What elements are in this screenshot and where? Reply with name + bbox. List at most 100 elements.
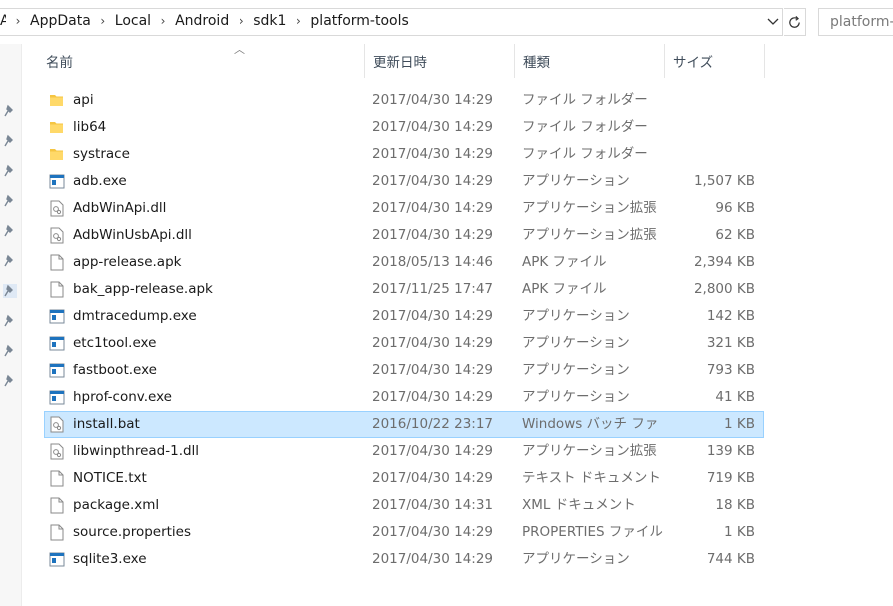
file-row[interactable]: systrace 2017/04/30 14:29 ファイル フォルダー (44, 141, 764, 168)
column-header-date[interactable]: 更新日時 (365, 44, 515, 78)
search-input[interactable] (830, 9, 893, 35)
pin-icon[interactable] (3, 374, 17, 388)
pin-icon[interactable] (3, 224, 17, 238)
file-size: 142 KB (706, 308, 755, 324)
file-name: AdbWinApi.dll (73, 200, 167, 216)
file-row[interactable]: fastboot.exe 2017/04/30 14:29 アプリケーション 793 … (44, 357, 764, 384)
file-type: ファイル フォルダー (522, 92, 648, 108)
file-type: アプリケーション (522, 551, 630, 567)
file-modified-date: 2017/04/30 14:29 (372, 173, 494, 189)
file-size: 1,507 KB (693, 173, 755, 189)
column-header-size-label: サイズ (673, 55, 714, 71)
exe-icon (49, 551, 65, 568)
column-header-type-label: 種類 (523, 55, 550, 71)
file-row[interactable]: NOTICE.txt 2017/04/30 14:29 テキスト ドキュメント 719… (44, 465, 764, 492)
file-modified-date: 2018/05/13 14:46 (372, 254, 494, 270)
pin-icon[interactable] (3, 134, 17, 148)
file-type: APK ファイル (522, 281, 607, 297)
file-modified-date: 2017/04/30 14:29 (372, 470, 494, 486)
file-icon (49, 497, 65, 514)
file-row[interactable]: package.xml 2017/04/30 14:31 XML ドキュメント 18 … (44, 492, 764, 519)
file-type: アプリケーション拡張 (522, 227, 657, 243)
chevron-right-icon[interactable]: › (151, 14, 175, 28)
refresh-button[interactable] (784, 8, 806, 36)
file-icon (49, 524, 65, 541)
file-row[interactable]: dmtracedump.exe 2017/04/30 14:29 アプリケーション 1… (44, 303, 764, 330)
file-size: 41 KB (715, 389, 755, 405)
file-row[interactable]: source.properties 2017/04/30 14:29 PROPERT… (44, 519, 764, 546)
file-name: api (73, 92, 94, 108)
file-size: 719 KB (706, 470, 755, 486)
file-row[interactable]: install.bat 2016/10/22 23:17 Windows バッチ フ… (44, 411, 764, 438)
chevron-right-icon[interactable]: › (91, 14, 115, 28)
pin-icon[interactable] (3, 254, 17, 268)
file-icon (49, 470, 65, 487)
file-name: systrace (73, 146, 130, 162)
file-name: adb.exe (73, 173, 127, 189)
file-row[interactable]: hprof-conv.exe 2017/04/30 14:29 アプリケーション 41… (44, 384, 764, 411)
dll-icon (49, 227, 65, 244)
file-name: hprof-conv.exe (73, 389, 172, 405)
file-icon (49, 281, 65, 298)
file-size: 139 KB (706, 443, 755, 459)
file-row[interactable]: api 2017/04/30 14:29 ファイル フォルダー (44, 87, 764, 114)
chevron-right-icon[interactable]: › (286, 14, 310, 28)
folder-icon (49, 92, 65, 109)
navigation-pane (0, 44, 22, 606)
pin-icon[interactable] (3, 344, 17, 358)
file-name: install.bat (73, 416, 140, 432)
address-bar[interactable]: A › AppData › Local › Android › sdk1 › p… (0, 8, 783, 36)
column-header-date-label: 更新日時 (373, 55, 427, 71)
file-type: アプリケーション拡張 (522, 443, 657, 459)
file-row[interactable]: AdbWinUsbApi.dll 2017/04/30 14:29 アプリケーション… (44, 222, 764, 249)
file-name: bak_app-release.apk (73, 281, 213, 297)
column-header-size[interactable]: サイズ (665, 44, 765, 78)
file-row[interactable]: AdbWinApi.dll 2017/04/30 14:29 アプリケーション拡張 9… (44, 195, 764, 222)
file-row[interactable]: bak_app-release.apk 2017/11/25 17:47 APK フ… (44, 276, 764, 303)
file-size (667, 88, 755, 113)
file-modified-date: 2017/04/30 14:29 (372, 389, 494, 405)
breadcrumb-item-appdata[interactable]: AppData (30, 13, 91, 29)
file-row[interactable]: libwinpthread-1.dll 2017/04/30 14:29 アプリケー… (44, 438, 764, 465)
breadcrumb-item-platform-tools[interactable]: platform-tools (310, 13, 408, 29)
file-row[interactable]: app-release.apk 2018/05/13 14:46 APK ファイル 2… (44, 249, 764, 276)
file-size: 62 KB (715, 227, 755, 243)
search-box[interactable] (818, 8, 893, 36)
folder-icon (49, 146, 65, 163)
file-modified-date: 2017/04/30 14:29 (372, 335, 494, 351)
file-modified-date: 2017/04/30 14:31 (372, 497, 494, 513)
file-size: 744 KB (706, 551, 755, 567)
file-size: 96 KB (715, 200, 755, 216)
pin-icon[interactable] (3, 284, 17, 298)
file-row[interactable]: sqlite3.exe 2017/04/30 14:29 アプリケーション 744 K… (44, 546, 764, 573)
pin-icon[interactable] (3, 194, 17, 208)
pin-icon[interactable] (3, 164, 17, 178)
file-name: libwinpthread-1.dll (73, 443, 200, 459)
file-row[interactable]: adb.exe 2017/04/30 14:29 アプリケーション 1,507 KB (44, 168, 764, 195)
exe-icon (49, 308, 65, 325)
breadcrumb-item-local[interactable]: Local (115, 13, 151, 29)
column-header-type[interactable]: 種類 (515, 44, 665, 78)
pin-icon[interactable] (3, 104, 17, 118)
file-modified-date: 2017/04/30 14:29 (372, 308, 494, 324)
breadcrumb-item-android[interactable]: Android (175, 13, 229, 29)
breadcrumb-item-sdk1[interactable]: sdk1 (253, 13, 286, 29)
file-type: アプリケーション (522, 173, 630, 189)
pin-icon[interactable] (3, 314, 17, 328)
column-header-name[interactable]: ︿ 名前 (38, 43, 365, 78)
file-row[interactable]: etc1tool.exe 2017/04/30 14:29 アプリケーション 321 … (44, 330, 764, 357)
file-type: アプリケーション (522, 308, 630, 324)
file-row[interactable]: lib64 2017/04/30 14:29 ファイル フォルダー (44, 114, 764, 141)
file-name: source.properties (73, 524, 192, 540)
file-name: app-release.apk (73, 254, 182, 270)
file-type: Windows バッチ ファ (522, 416, 659, 432)
file-modified-date: 2017/04/30 14:29 (372, 200, 494, 216)
chevron-right-icon[interactable]: › (6, 14, 30, 28)
chevron-right-icon[interactable]: › (229, 14, 253, 28)
chevron-down-icon (767, 18, 779, 25)
file-type: テキスト ドキュメント (522, 470, 661, 486)
address-history-dropdown[interactable] (764, 9, 782, 35)
file-size: 18 KB (715, 497, 755, 513)
column-header-name-label: 名前 (46, 55, 73, 71)
file-type: ファイル フォルダー (522, 146, 648, 162)
